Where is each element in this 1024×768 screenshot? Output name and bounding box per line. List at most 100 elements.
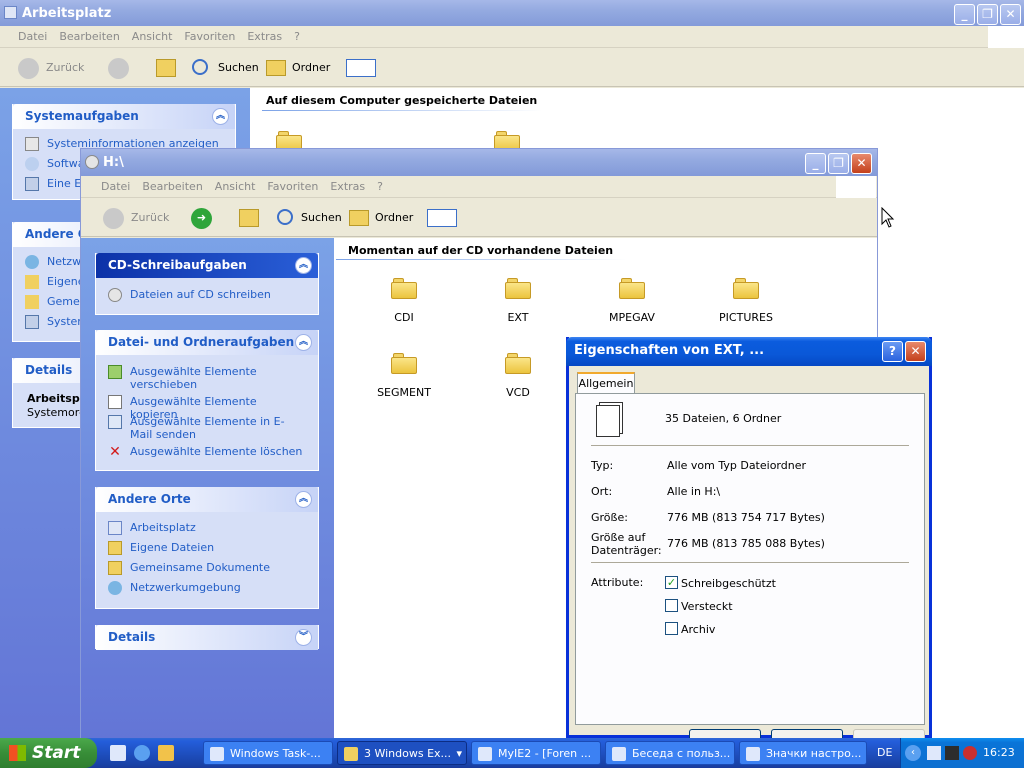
task-link[interactable]: Dateien auf CD schreiben xyxy=(108,288,271,302)
close-button[interactable]: ✕ xyxy=(851,153,872,174)
taskbar-item-task-manager[interactable]: Windows Task-... xyxy=(203,741,333,765)
tab-allgemein[interactable]: Allgemein xyxy=(577,372,635,394)
folders-button[interactable]: Ordner xyxy=(349,205,413,231)
collapse-icon[interactable]: ︽ xyxy=(295,257,312,274)
collapse-icon[interactable]: ︽ xyxy=(212,108,229,125)
volume-tray-icon[interactable] xyxy=(945,746,959,760)
cd-icon xyxy=(85,155,99,169)
tray-expand-icon[interactable]: ‹ xyxy=(905,745,921,761)
menu-datei[interactable]: Datei xyxy=(95,176,136,198)
archive-checkbox[interactable] xyxy=(665,622,678,635)
close-button[interactable]: ✕ xyxy=(905,341,926,362)
safely-remove-tray-icon[interactable] xyxy=(963,746,977,760)
maximize-button[interactable]: ❐ xyxy=(828,153,849,174)
maximize-button[interactable]: ❐ xyxy=(977,4,998,25)
views-icon[interactable] xyxy=(346,59,376,77)
help-button[interactable]: ? xyxy=(882,341,903,362)
up-folder-icon[interactable] xyxy=(239,209,259,227)
folders-button[interactable]: Ordner xyxy=(266,55,330,81)
menu-extras[interactable]: Extras xyxy=(324,176,371,198)
menu-favoriten[interactable]: Favoriten xyxy=(178,26,241,48)
readonly-label[interactable]: Schreibgeschützt xyxy=(681,577,776,590)
panel-header[interactable]: Andere Orte ︽ xyxy=(96,487,318,512)
task-link[interactable]: Netzwerkumgebung xyxy=(108,581,241,595)
folder-icon[interactable] xyxy=(391,352,417,374)
taskbar: Start Windows Task-... 3 Windows Ex... ▾ … xyxy=(0,738,1024,768)
up-folder-icon[interactable] xyxy=(156,59,176,77)
folder-label[interactable]: CDI xyxy=(359,311,449,324)
app-quicklaunch-icon[interactable] xyxy=(158,745,174,761)
network-icon xyxy=(108,581,122,595)
task-link[interactable]: Eigene Dateien xyxy=(108,541,214,555)
expand-icon[interactable]: ︾ xyxy=(295,629,312,646)
size-label: Größe: xyxy=(591,511,628,524)
task-link[interactable]: Gemeinsame Dokumente xyxy=(108,561,270,575)
minimize-button[interactable]: _ xyxy=(805,153,826,174)
ie-quicklaunch-icon[interactable] xyxy=(134,745,150,761)
panel-header[interactable]: CD-Schreibaufgaben ︽ xyxy=(96,253,318,278)
back-button[interactable]: Zurück xyxy=(18,55,84,81)
start-button[interactable]: Start xyxy=(0,738,97,768)
folder-icon[interactable] xyxy=(619,277,645,299)
task-link[interactable]: Arbeitsplatz xyxy=(108,521,196,535)
folder-icon[interactable] xyxy=(391,277,417,299)
collapse-icon[interactable]: ︽ xyxy=(295,491,312,508)
search-button[interactable]: Suchen xyxy=(192,55,259,81)
folder-icon[interactable] xyxy=(505,277,531,299)
folder-label[interactable]: EXT xyxy=(473,311,563,324)
title-bar[interactable]: H:\ _ ❐ ✕ xyxy=(81,149,877,177)
task-link[interactable]: Eigene xyxy=(25,275,85,289)
folder-icon[interactable] xyxy=(505,352,531,374)
title-bar[interactable]: Arbeitsplatz _ ❐ ✕ xyxy=(0,0,1024,28)
panel-header[interactable]: Details ︾ xyxy=(96,625,318,650)
clock[interactable]: 16:23 xyxy=(983,746,1015,759)
menu-ansicht[interactable]: Ansicht xyxy=(126,26,179,48)
search-button[interactable]: Suchen xyxy=(277,205,342,231)
menu-extras[interactable]: Extras xyxy=(241,26,288,48)
email-icon xyxy=(108,415,122,429)
back-button[interactable]: Zurück xyxy=(103,205,169,231)
folder-label[interactable]: MPEGAV xyxy=(587,311,677,324)
forward-arrow-icon[interactable] xyxy=(108,58,129,79)
menu-help[interactable]: ? xyxy=(371,176,389,198)
panel-header[interactable]: Systemaufgaben ︽ xyxy=(13,104,235,129)
task-link[interactable]: Syster xyxy=(25,315,82,329)
cd-write-icon xyxy=(108,288,122,302)
readonly-checkbox[interactable]: ✓ xyxy=(665,576,678,589)
menu-favoriten[interactable]: Favoriten xyxy=(261,176,324,198)
taskbar-item-explorer-group[interactable]: 3 Windows Ex... ▾ xyxy=(337,741,467,765)
hidden-checkbox[interactable] xyxy=(665,599,678,612)
close-button[interactable]: ✕ xyxy=(1000,4,1021,25)
task-link[interactable]: ✕ Ausgewählte Elemente löschen xyxy=(108,445,304,459)
task-link[interactable]: Gemei xyxy=(25,295,83,309)
panel-header[interactable]: Datei- und Ordneraufgaben ︽ xyxy=(96,330,318,355)
task-link[interactable]: Ausgewählte Elemente verschieben xyxy=(108,365,304,391)
language-indicator[interactable]: DE xyxy=(877,746,892,759)
folder-label[interactable]: VCD xyxy=(473,386,563,399)
menu-ansicht[interactable]: Ansicht xyxy=(209,176,262,198)
menu-help[interactable]: ? xyxy=(288,26,306,48)
task-link[interactable]: Eine E xyxy=(25,177,81,191)
minimize-button[interactable]: _ xyxy=(954,4,975,25)
collapse-icon[interactable]: ︽ xyxy=(295,334,312,351)
folder-label[interactable]: PICTURES xyxy=(701,311,791,324)
dialog-title-bar[interactable]: Eigenschaften von EXT, ... ? ✕ xyxy=(566,337,932,366)
taskbar-item-icons-settings[interactable]: Значки настро... xyxy=(739,741,867,765)
task-link[interactable]: Ausgewählte Elemente in E-Mail senden xyxy=(108,415,304,441)
taskbar-item-myie2[interactable]: MyIE2 - [Foren ... xyxy=(471,741,601,765)
task-link[interactable]: Netzw xyxy=(25,255,81,269)
menu-datei[interactable]: Datei xyxy=(12,26,53,48)
network-tray-icon[interactable] xyxy=(927,746,941,760)
menu-bearbeiten[interactable]: Bearbeiten xyxy=(136,176,208,198)
menu-bearbeiten[interactable]: Bearbeiten xyxy=(53,26,125,48)
folder-label[interactable]: SEGMENT xyxy=(359,386,449,399)
disk-size-value: 776 MB (813 785 088 Bytes) xyxy=(667,537,825,550)
folder-icon[interactable] xyxy=(733,277,759,299)
views-icon[interactable] xyxy=(427,209,457,227)
archive-label[interactable]: Archiv xyxy=(681,623,715,636)
hidden-label[interactable]: Versteckt xyxy=(681,600,733,613)
taskbar-item-chat[interactable]: Беседа с польз... xyxy=(605,741,735,765)
desktop-quicklaunch-icon[interactable] xyxy=(110,745,126,761)
forward-arrow-icon[interactable]: ➜ xyxy=(191,208,212,229)
back-arrow-icon xyxy=(103,208,124,229)
